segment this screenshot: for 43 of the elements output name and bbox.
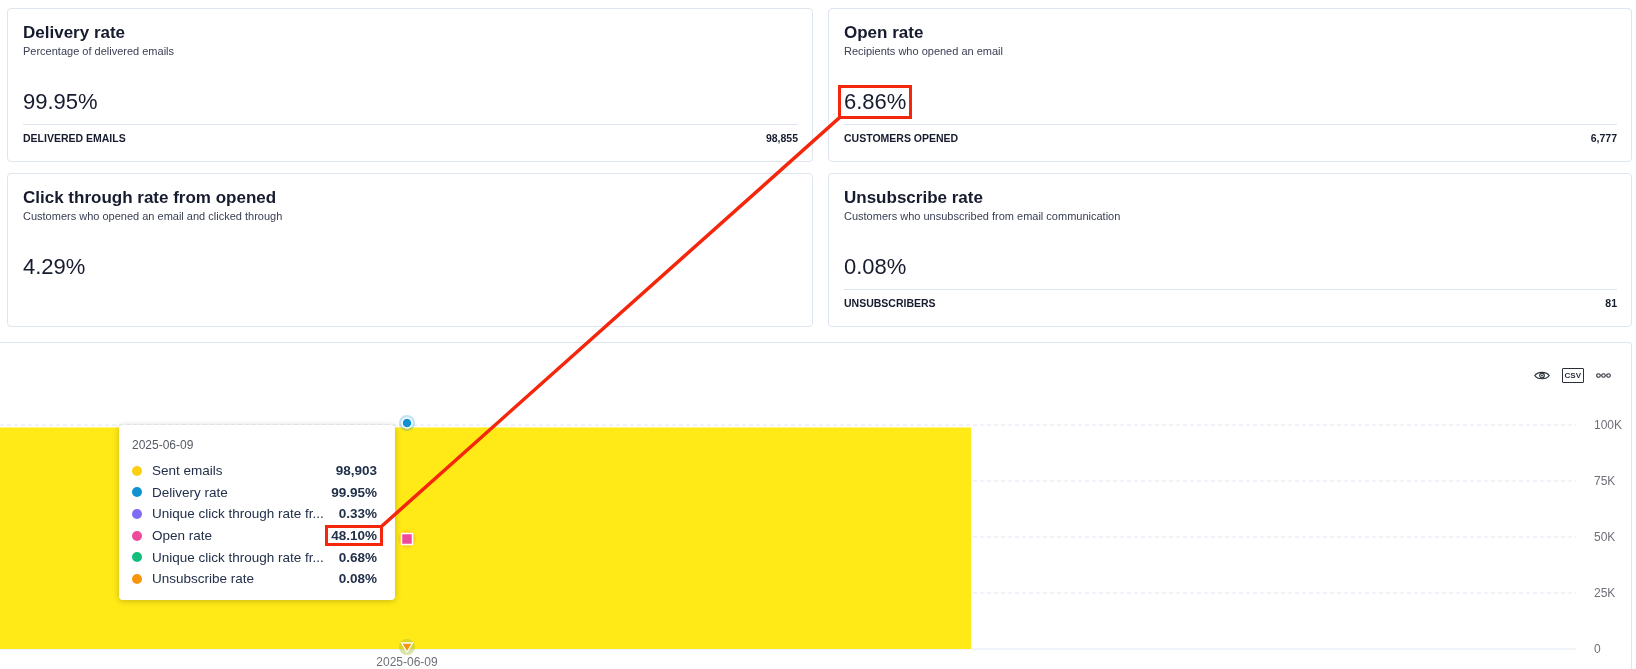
footer-label: UNSUBSCRIBERS	[844, 297, 936, 310]
metric-value: 4.29%	[23, 253, 86, 281]
footer-label: DELIVERED EMAILS	[23, 132, 126, 145]
card-subtitle: Customers who unsubscribed from email communication	[844, 210, 1121, 223]
more-icon[interactable]	[1596, 372, 1611, 378]
series-label: Unique click through rate fr...	[152, 506, 324, 522]
y-axis-label: 75K	[1594, 474, 1616, 488]
series-value: 98,903	[335, 463, 377, 479]
x-axis-label: 2025-06-09	[376, 655, 438, 669]
series-label: Sent emails	[152, 463, 223, 479]
footer-value: 98,855	[765, 132, 798, 145]
tooltip-date: 2025-06-09	[132, 437, 194, 453]
metric-value: 99.95%	[23, 88, 98, 116]
series-value: 0.68%	[338, 549, 377, 565]
csv-button[interactable]: CSV	[1561, 367, 1584, 383]
footer-value: 6,777	[1590, 132, 1617, 145]
card-title: Click through rate from opened	[23, 187, 277, 209]
y-axis-label: 25K	[1594, 586, 1616, 600]
metric-value: 0.08%	[844, 253, 907, 281]
footer-value: 81	[1605, 297, 1617, 310]
metric-value: 6.86%	[844, 88, 907, 116]
card-title: Open rate	[844, 22, 924, 44]
square-marker	[398, 530, 416, 548]
circle-marker	[399, 415, 415, 431]
series-label: Unsubscribe rate	[152, 571, 255, 587]
card-subtitle: Recipients who opened an email	[844, 45, 1003, 58]
y-axis-label: 50K	[1594, 530, 1616, 544]
card-subtitle: Percentage of delivered emails	[23, 45, 175, 58]
series-label: Open rate	[152, 528, 213, 544]
card-subtitle: Customers who opened an email and clicked through	[23, 210, 283, 223]
card-title: Delivery rate	[23, 22, 126, 44]
series-label: Unique click through rate fr...	[152, 549, 324, 565]
y-axis-label: 0	[1594, 642, 1601, 656]
eye-icon[interactable]	[1533, 369, 1550, 381]
series-value: 99.95%	[331, 484, 377, 500]
card-title: Unsubscribe rate	[844, 187, 983, 209]
triangle-marker	[399, 639, 415, 655]
series-value: 0.08%	[338, 571, 377, 587]
series-value: 0.33%	[338, 506, 377, 522]
series-value: 48.10%	[331, 528, 377, 544]
footer-label: CUSTOMERS OPENED	[844, 132, 959, 145]
series-label: Delivery rate	[152, 484, 228, 500]
y-axis-label: 100K	[1594, 418, 1623, 432]
